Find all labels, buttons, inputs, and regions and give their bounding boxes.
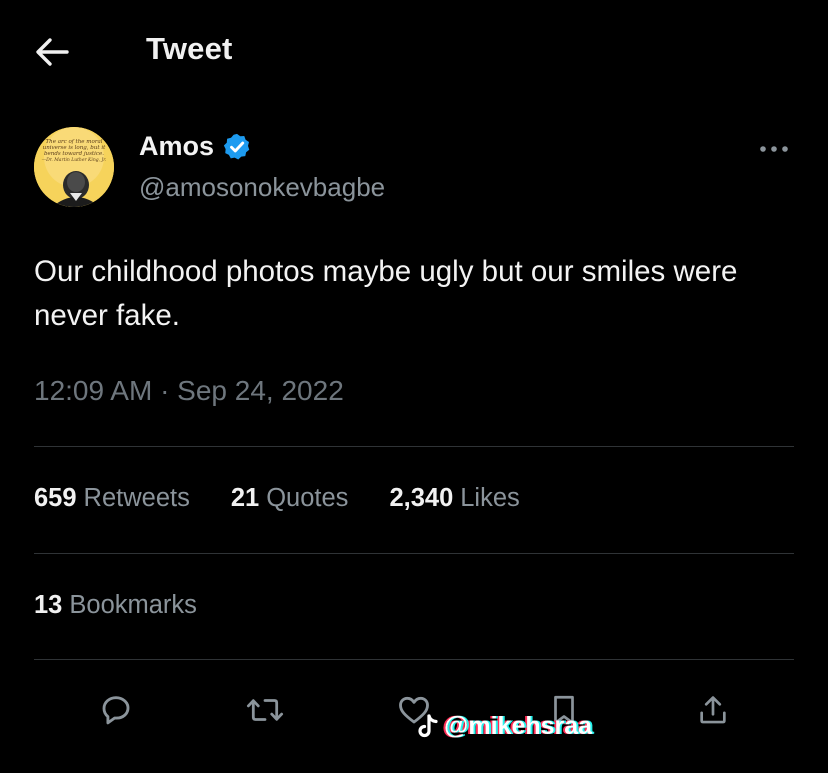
share-button[interactable] [687, 684, 739, 736]
author-name[interactable]: Amos [139, 131, 252, 162]
quotes-count: 21 [230, 484, 260, 512]
author-handle[interactable]: @amosonokevbagbe [139, 172, 385, 203]
svg-text:—Dr. Martin Luther King, Jr.: —Dr. Martin Luther King, Jr. [42, 157, 107, 163]
bookmarks-stat[interactable]: 13 Bookmarks [34, 591, 197, 620]
reply-icon [98, 692, 134, 728]
back-button[interactable] [30, 32, 74, 72]
more-options-button[interactable] [752, 134, 796, 164]
svg-text:bends toward justice.: bends toward justice. [44, 151, 104, 157]
tweet-actions-bar [0, 684, 828, 740]
retweets-label: Retweets [83, 484, 190, 512]
bookmarks-label: Bookmarks [69, 591, 197, 619]
quotes-label: Quotes [266, 484, 349, 512]
watermark-text: @mikehsraa [444, 712, 593, 740]
reply-button[interactable] [90, 684, 142, 736]
more-horizontal-icon [756, 144, 792, 154]
divider [34, 659, 794, 660]
retweets-count: 659 [34, 484, 77, 512]
retweet-icon [246, 692, 284, 728]
retweets-stat[interactable]: 659 Retweets [34, 484, 190, 513]
tiktok-watermark: @mikehsraa [416, 712, 592, 741]
top-bar: Tweet [0, 0, 828, 104]
page-title: Tweet [146, 31, 233, 66]
tweet-timestamp[interactable]: 12:09 AM · Sep 24, 2022 [34, 375, 344, 407]
tiktok-logo-icon [416, 713, 440, 740]
bookmarks-count: 13 [34, 591, 63, 619]
verified-badge-icon [222, 132, 252, 162]
likes-label: Likes [460, 484, 520, 512]
divider [34, 446, 794, 447]
avatar[interactable]: The arc of the moral universe is long, b… [34, 127, 114, 207]
arrow-left-icon [34, 37, 70, 67]
share-icon [696, 692, 730, 728]
divider [34, 553, 794, 554]
likes-stat[interactable]: 2,340 Likes [389, 484, 519, 513]
engagement-stats: 659 Retweets 21 Quotes 2,340 Likes [34, 484, 520, 513]
quotes-stat[interactable]: 21 Quotes [231, 484, 349, 513]
author-name-text: Amos [139, 131, 215, 161]
retweet-button[interactable] [239, 684, 291, 736]
tweet-text: Our childhood photos maybe ugly but our … [34, 255, 738, 332]
likes-count: 2,340 [389, 484, 454, 512]
